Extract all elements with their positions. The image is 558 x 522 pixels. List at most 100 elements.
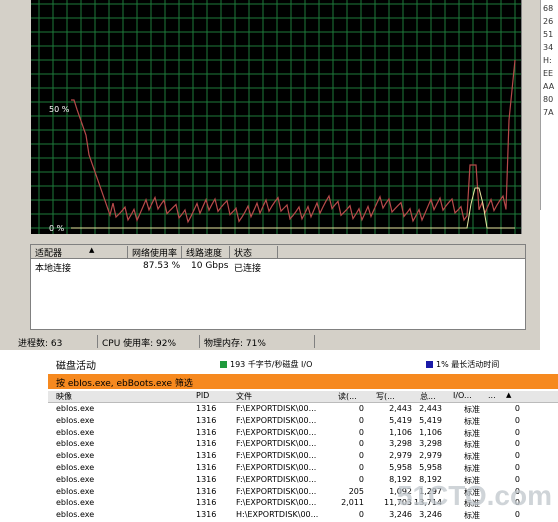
status-divider	[199, 335, 200, 348]
hex-cell: AA	[543, 82, 555, 91]
row-write: 2,443	[389, 404, 412, 413]
row-pid: 1316	[196, 415, 217, 425]
column-divider[interactable]	[229, 246, 230, 259]
hex-cell: 34	[543, 43, 554, 52]
row-file: F:\EXPORTDISK\00...	[236, 474, 317, 484]
row-write: 5,419	[389, 415, 412, 425]
row-io-priority: 标准	[464, 428, 480, 438]
adapter-table-header: 适配器 ▲ 网络使用率 线路速度 状态	[31, 245, 525, 259]
col-read[interactable]: 读(...	[338, 391, 357, 402]
background-window-column: 68 26 51 34 H: EE AA 80 7A	[540, 0, 558, 210]
col-link-speed[interactable]: 线路速度	[186, 246, 222, 259]
adapter-usage: 87.53 %	[143, 261, 181, 271]
row-write: 3,298	[389, 439, 412, 449]
row-pid: 1316	[196, 498, 217, 508]
status-bar: 进程数: 63 CPU 使用率: 92% 物理内存: 71%	[14, 334, 526, 349]
row-file: F:\EXPORTDISK\00...	[236, 404, 317, 413]
table-row[interactable]: ebIos.exe 1316 F:\EXPORTDISK\00... 0 5,958 5,…	[48, 463, 558, 475]
table-row[interactable]: ebIos.exe 1316 F:\EXPORTDISK\00... 0 3,298 3,…	[48, 439, 558, 451]
disk-throughput-text: 193 千字节/秒磁盘 I/O	[230, 360, 313, 369]
row-image: ebIos.exe	[56, 404, 95, 413]
row-file: F:\EXPORTDISK\00...	[236, 486, 317, 496]
row-read: 0	[358, 451, 364, 461]
col-state[interactable]: 状态	[234, 246, 252, 259]
row-io-priority: 标准	[464, 440, 480, 450]
col-total[interactable]: 总...	[420, 391, 436, 402]
row-image: ebIos.exe	[56, 415, 95, 425]
row-total: 2,979	[419, 451, 442, 461]
row-total: 1,106	[419, 427, 442, 437]
col-file[interactable]: 文件	[236, 391, 252, 402]
green-square-icon	[220, 361, 227, 368]
row-read: 205	[348, 486, 364, 496]
row-read: 0	[358, 415, 364, 425]
sort-arrow-icon: ▲	[89, 246, 95, 254]
network-utilization-graph	[31, 0, 522, 234]
column-divider[interactable]	[127, 246, 128, 259]
row-io-priority: 标准	[464, 463, 480, 473]
row-pid: 1316	[196, 439, 217, 449]
column-divider[interactable]	[181, 246, 182, 259]
row-pid: 1316	[196, 427, 217, 437]
watermark: 51CTO.com	[396, 480, 552, 511]
row-read: 0	[358, 462, 364, 472]
row-pid: 1316	[196, 451, 217, 461]
hex-cell: 7A	[543, 108, 554, 117]
utilization-trace	[71, 59, 516, 224]
table-row[interactable]: ebIos.exe 1316 F:\EXPORTDISK\00... 0 1,106 1,…	[48, 428, 558, 440]
row-read: 0	[358, 474, 364, 484]
table-row[interactable]: ebIos.exe 1316 F:\EXPORTDISK\00... 0 2,979 2,…	[48, 451, 558, 463]
column-divider[interactable]	[277, 246, 278, 259]
row-write: 1,106	[389, 427, 412, 437]
col-network-usage[interactable]: 网络使用率	[132, 246, 177, 259]
row-write: 5,958	[389, 462, 412, 472]
row-response: 0	[514, 415, 520, 425]
row-file: F:\EXPORTDISK\00...	[236, 427, 317, 437]
row-pid: 1316	[196, 486, 217, 496]
disk-activity-title[interactable]: 磁盘活动	[56, 357, 96, 372]
status-memory: 物理内存: 71%	[204, 339, 266, 349]
adapter-speed: 10 Gbps	[191, 261, 229, 271]
row-pid: 1316	[196, 474, 217, 484]
disk-active-time: 1% 最长活动时间	[426, 359, 499, 370]
table-row[interactable]: ebIos.exe 1316 F:\EXPORTDISK\00... 0 5,419 5,…	[48, 416, 558, 428]
filter-bar[interactable]: 按 ebIos.exe, ebBoots.exe 筛选	[48, 374, 558, 389]
hex-cell: 51	[543, 30, 554, 39]
row-response: 0	[514, 462, 520, 472]
graph-y-label-50: 50 %	[49, 105, 70, 114]
status-cpu: CPU 使用率: 92%	[102, 339, 177, 349]
row-response: 0	[514, 427, 520, 437]
sort-arrow-icon: ▲	[506, 391, 512, 399]
hex-cell: H:	[543, 56, 552, 65]
filter-text: 按 ebIos.exe, ebBoots.exe 筛选	[56, 379, 193, 389]
secondary-trace	[71, 187, 515, 229]
row-image: ebIos.exe	[56, 427, 95, 437]
row-io-priority: 标准	[464, 416, 480, 426]
adapter-row[interactable]: 本地连接 87.53 % 10 Gbps 已连接	[31, 260, 525, 274]
adapter-name: 本地连接	[35, 264, 72, 274]
row-total: 2,443	[419, 404, 442, 413]
row-file: F:\EXPORTDISK\00...	[236, 498, 317, 508]
col-response[interactable]: ...	[488, 391, 496, 400]
col-io-priority[interactable]: I/O...	[453, 391, 472, 400]
row-image: ebIos.exe	[56, 498, 95, 508]
row-response: 0	[514, 451, 520, 461]
col-pid[interactable]: PID	[196, 391, 209, 400]
row-image: ebIos.exe	[56, 474, 95, 484]
row-write: 2,979	[389, 451, 412, 461]
row-file: F:\EXPORTDISK\00...	[236, 415, 317, 425]
row-pid: 1316	[196, 462, 217, 472]
row-io-priority: 标准	[464, 405, 480, 414]
hex-cell: 26	[543, 17, 554, 26]
col-image[interactable]: 映像	[56, 391, 72, 402]
row-response: 0	[514, 404, 520, 413]
table-row[interactable]: ebIos.exe 1316 F:\EXPORTDISK\00... 0 2,443 2,…	[48, 404, 558, 416]
col-adapter[interactable]: 适配器	[35, 246, 62, 259]
adapter-state: 已连接	[234, 264, 262, 274]
row-io-priority: 标准	[464, 452, 480, 462]
adapter-table: 适配器 ▲ 网络使用率 线路速度 状态 本地连接 87.53 % 10 Gbps…	[30, 244, 526, 330]
row-total: 5,419	[419, 415, 442, 425]
hex-cell: EE	[543, 69, 554, 78]
disk-active-time-text: 1% 最长活动时间	[436, 360, 500, 369]
col-write[interactable]: 写(...	[376, 391, 395, 402]
